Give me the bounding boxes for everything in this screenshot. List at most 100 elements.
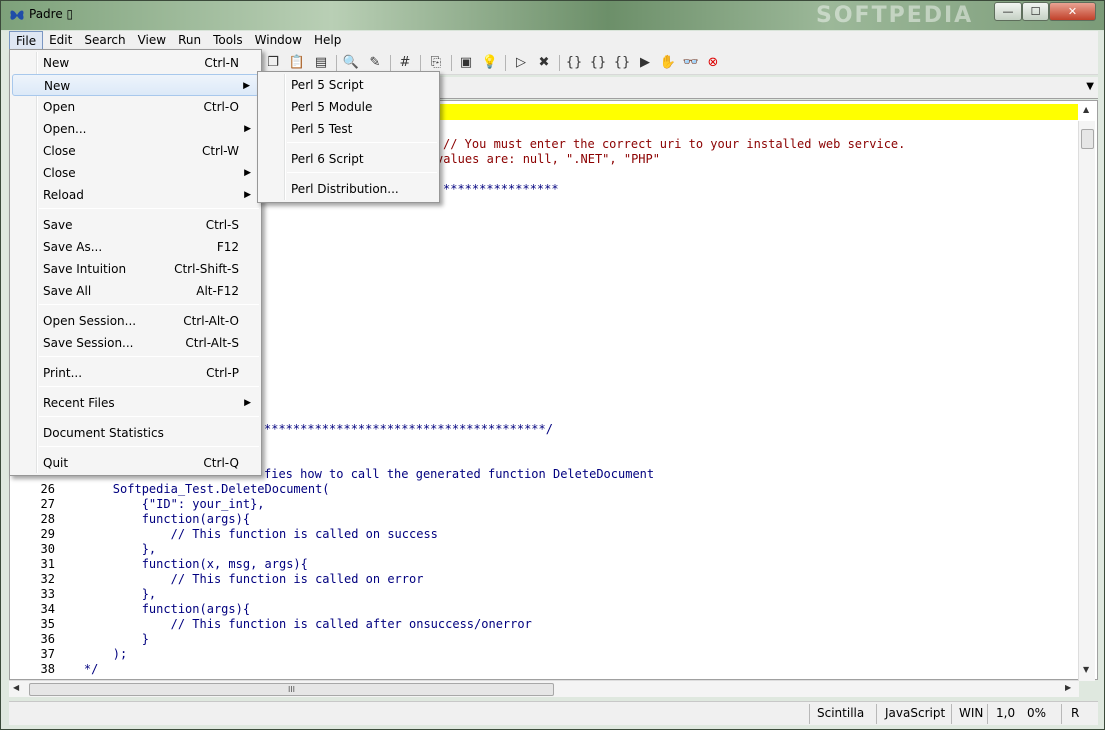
menu-bar: File Edit Search View Run Tools Window H… [9, 31, 1098, 51]
menu-item-label: Close [43, 166, 76, 180]
code-fragment: fies how to call the generated function … [264, 467, 655, 481]
code-fragment: values are: null, ".NET", "PHP" [436, 152, 660, 166]
line-number: 32 [40, 572, 55, 586]
line-text: }, [55, 542, 157, 556]
menu-item-file-document-statistics[interactable]: Document Statistics [12, 422, 259, 444]
menu-search[interactable]: Search [78, 31, 131, 51]
run-to-cursor-icon[interactable]: ▶ [636, 54, 654, 72]
menu-help[interactable]: Help [308, 31, 347, 51]
menu-item-label: Recent Files [43, 396, 115, 410]
menu-item-new-perl5-script[interactable]: Perl 5 Script [260, 74, 437, 96]
line-text: {"ID": your_int}, [55, 497, 265, 511]
status-position: 1,0 [996, 706, 1016, 720]
replace-icon[interactable]: ✎ [366, 54, 384, 72]
vertical-scrollbar[interactable]: ▲ ▼ [1078, 105, 1095, 681]
menu-item-file-new[interactable]: New Ctrl-N [12, 52, 259, 74]
close-button[interactable]: ✕ [1049, 2, 1096, 21]
quit-debugger-icon[interactable]: ⊗ [704, 54, 722, 72]
menu-tools[interactable]: Tools [207, 31, 249, 51]
menu-item-new-perl5-module[interactable]: Perl 5 Module [260, 96, 437, 118]
menu-item-label: Save All [43, 284, 92, 298]
line-number: 33 [40, 587, 55, 601]
menu-item-file-recent-files[interactable]: Recent Files ▶ [12, 392, 259, 414]
glasses-icon[interactable]: 👓 [682, 54, 700, 72]
menu-separator [39, 446, 259, 447]
menu-run[interactable]: Run [172, 31, 207, 51]
open-folder-icon[interactable]: ▣ [457, 54, 475, 72]
lightbulb-icon[interactable]: 💡 [481, 54, 499, 72]
submenu-arrow-icon: ▶ [244, 124, 251, 134]
run-icon[interactable]: ▷ [512, 54, 530, 72]
code-line: 28 function(args){ [10, 512, 251, 527]
title-bar[interactable]: Padre ▯ SOFTPEDIA — ☐ ✕ [1, 1, 1104, 30]
menu-item-file-save-as[interactable]: Save As... F12 [12, 236, 259, 258]
menu-item-label: Open [43, 100, 76, 114]
copy-icon[interactable]: ❐ [264, 54, 282, 72]
menu-item-new-perl6-script[interactable]: Perl 6 Script [260, 148, 437, 170]
code-line: 33 }, [10, 587, 157, 602]
menu-item-file-open-submenu[interactable]: Open... ▶ [12, 118, 259, 140]
menu-item-label: Perl Distribution... [291, 182, 399, 196]
menu-item-new-perl5-test[interactable]: Perl 5 Test [260, 118, 437, 140]
menu-view[interactable]: View [132, 31, 172, 51]
maximize-button[interactable]: ☐ [1022, 2, 1049, 21]
paste-icon[interactable]: 📋 [288, 54, 306, 72]
code-fragment: ***************************************/ [264, 422, 553, 436]
minimize-button[interactable]: — [994, 2, 1022, 21]
menu-separator [39, 208, 259, 209]
scroll-left-icon[interactable]: ◀ [13, 683, 19, 692]
select-all-icon[interactable]: ▤ [312, 54, 330, 72]
menu-item-file-open[interactable]: Open Ctrl-O [12, 96, 259, 118]
comment-toggle-icon[interactable]: # [396, 54, 414, 72]
menu-item-file-save-all[interactable]: Save All Alt-F12 [12, 280, 259, 302]
menu-item-file-new-submenu[interactable]: New ▶ [12, 74, 259, 96]
menu-item-new-perl-distribution[interactable]: Perl Distribution... [260, 178, 437, 200]
step-out-icon[interactable]: {} [613, 54, 631, 72]
status-newline[interactable]: WIN [959, 706, 983, 720]
line-number: 27 [40, 497, 55, 511]
menu-item-file-save[interactable]: Save Ctrl-S [12, 214, 259, 236]
menu-item-shortcut: Ctrl-Shift-S [174, 262, 239, 276]
line-text: // This function is called on error [55, 572, 424, 586]
menu-item-label: Open... [43, 122, 87, 136]
line-text: function(args){ [55, 602, 251, 616]
horizontal-scroll-thumb[interactable]: III [29, 683, 554, 696]
line-text: // This function is called on success [55, 527, 438, 541]
horizontal-scrollbar[interactable]: ◀ III ▶ [9, 680, 1079, 697]
menu-edit[interactable]: Edit [43, 31, 78, 51]
scroll-right-icon[interactable]: ▶ [1065, 683, 1071, 692]
code-line: 32 // This function is called on error [10, 572, 424, 587]
scroll-down-icon[interactable]: ▼ [1083, 665, 1089, 674]
find-icon[interactable]: 🔍 [342, 54, 360, 72]
menu-item-file-print[interactable]: Print... Ctrl-P [12, 362, 259, 384]
line-number: 30 [40, 542, 55, 556]
menu-item-file-open-session[interactable]: Open Session... Ctrl-Alt-O [12, 310, 259, 332]
menu-item-label: Print... [43, 366, 83, 380]
status-bar: Scintilla JavaScript WIN 1,0 0% R [9, 701, 1098, 725]
line-text: */ [55, 662, 99, 676]
tab-list-dropdown-icon[interactable]: ▼ [1086, 81, 1094, 92]
menu-file[interactable]: File [9, 31, 44, 51]
menu-item-shortcut: Ctrl-Alt-O [183, 314, 239, 328]
breakpoint-hand-icon[interactable]: ✋ [659, 54, 677, 72]
stop-icon[interactable]: ✖ [535, 54, 553, 72]
line-number: 38 [40, 662, 55, 676]
scroll-up-icon[interactable]: ▲ [1083, 105, 1089, 114]
step-in-icon[interactable]: {} [565, 54, 583, 72]
menu-item-file-quit[interactable]: Quit Ctrl-Q [12, 452, 259, 474]
vertical-scroll-thumb[interactable] [1081, 129, 1094, 149]
menu-item-file-close-submenu[interactable]: Close ▶ [12, 162, 259, 184]
menu-item-file-save-intuition[interactable]: Save Intuition Ctrl-Shift-S [12, 258, 259, 280]
menu-item-file-close[interactable]: Close Ctrl-W [12, 140, 259, 162]
status-language[interactable]: JavaScript [885, 706, 945, 720]
code-line: 34 function(args){ [10, 602, 251, 617]
line-number: 35 [40, 617, 55, 631]
step-over-icon[interactable]: {} [589, 54, 607, 72]
menu-window[interactable]: Window [249, 31, 308, 51]
menu-item-file-save-session[interactable]: Save Session... Ctrl-Alt-S [12, 332, 259, 354]
document-stats-icon[interactable]: ⎘ [427, 54, 445, 72]
menu-item-file-reload[interactable]: Reload ▶ [12, 184, 259, 206]
menu-separator [287, 142, 437, 143]
code-line: 30 }, [10, 542, 157, 557]
menu-item-label: New [43, 56, 70, 70]
